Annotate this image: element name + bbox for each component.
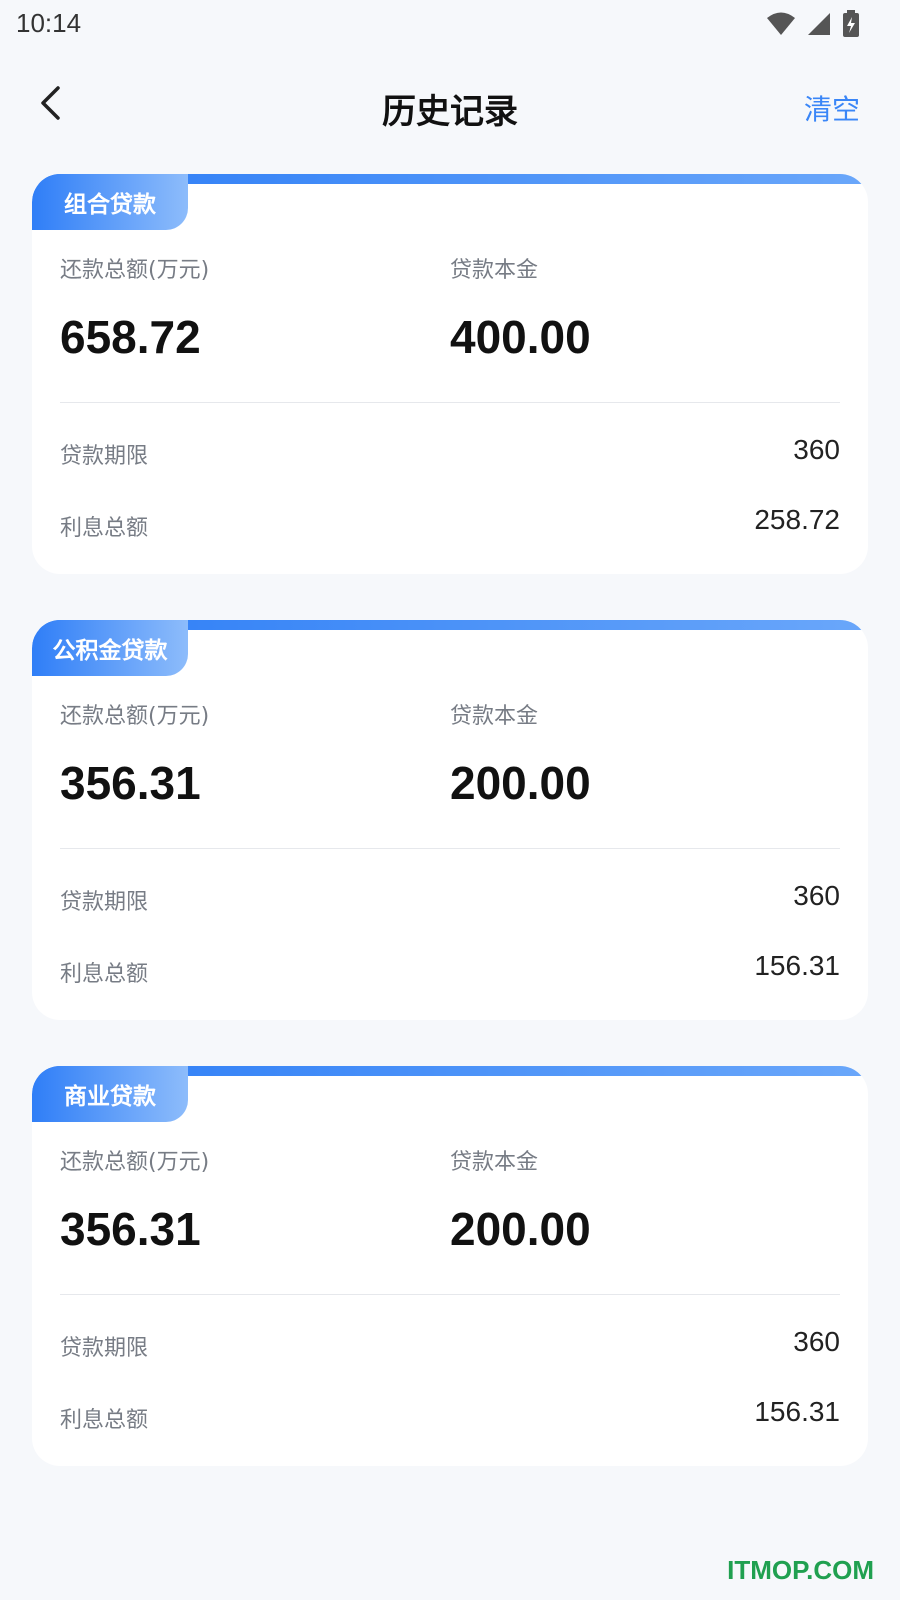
term-value: 360 xyxy=(793,1326,840,1357)
loan-type-tag: 商业贷款 xyxy=(32,1066,188,1122)
watermark: ITMOP.COM xyxy=(727,1555,874,1585)
battery-icon xyxy=(842,10,860,42)
interest-label: 利息总额 xyxy=(60,1408,149,1433)
principal-value: 400.00 xyxy=(450,311,591,363)
term-value: 360 xyxy=(793,880,840,911)
interest-label: 利息总额 xyxy=(60,962,149,987)
total-repay-value: 356.31 xyxy=(60,1203,201,1255)
interest-label: 利息总额 xyxy=(60,516,149,541)
history-card[interactable]: 公积金贷款 还款总额(万元) 贷款本金 356.31 200.00 贷款期限 3… xyxy=(32,620,868,1020)
history-card[interactable]: 组合贷款 还款总额(万元) 贷款本金 658.72 400.00 贷款期限 36… xyxy=(32,174,868,574)
term-value: 360 xyxy=(793,434,840,465)
divider xyxy=(60,848,840,849)
interest-value: 258.72 xyxy=(754,504,840,535)
interest-value: 156.31 xyxy=(754,1396,840,1427)
wifi-icon xyxy=(766,11,796,41)
total-repay-value: 356.31 xyxy=(60,757,201,809)
divider xyxy=(60,402,840,403)
status-time: 10:14 xyxy=(16,8,82,38)
principal-value: 200.00 xyxy=(450,1203,591,1255)
term-label: 贷款期限 xyxy=(60,1336,149,1361)
status-bar: 10:14 xyxy=(0,0,900,50)
page-title: 历史记录 xyxy=(382,92,518,132)
status-icons xyxy=(766,10,860,42)
total-repay-label: 还款总额(万元) xyxy=(60,1150,210,1175)
loan-type-tag: 公积金贷款 xyxy=(32,620,188,676)
history-card[interactable]: 商业贷款 还款总额(万元) 贷款本金 356.31 200.00 贷款期限 36… xyxy=(32,1066,868,1466)
principal-label: 贷款本金 xyxy=(450,258,539,283)
loan-type-tag: 组合贷款 xyxy=(32,174,188,230)
principal-value: 200.00 xyxy=(450,757,591,809)
term-label: 贷款期限 xyxy=(60,890,149,915)
total-repay-value: 658.72 xyxy=(60,311,201,363)
clear-button[interactable]: 清空 xyxy=(804,88,860,128)
total-repay-label: 还款总额(万元) xyxy=(60,258,210,283)
interest-value: 156.31 xyxy=(754,950,840,981)
divider xyxy=(60,1294,840,1295)
nav-bar: 历史记录 清空 xyxy=(0,70,900,140)
principal-label: 贷款本金 xyxy=(450,1150,539,1175)
term-label: 贷款期限 xyxy=(60,444,149,469)
principal-label: 贷款本金 xyxy=(450,704,539,729)
total-repay-label: 还款总额(万元) xyxy=(60,704,210,729)
signal-icon xyxy=(806,11,832,41)
